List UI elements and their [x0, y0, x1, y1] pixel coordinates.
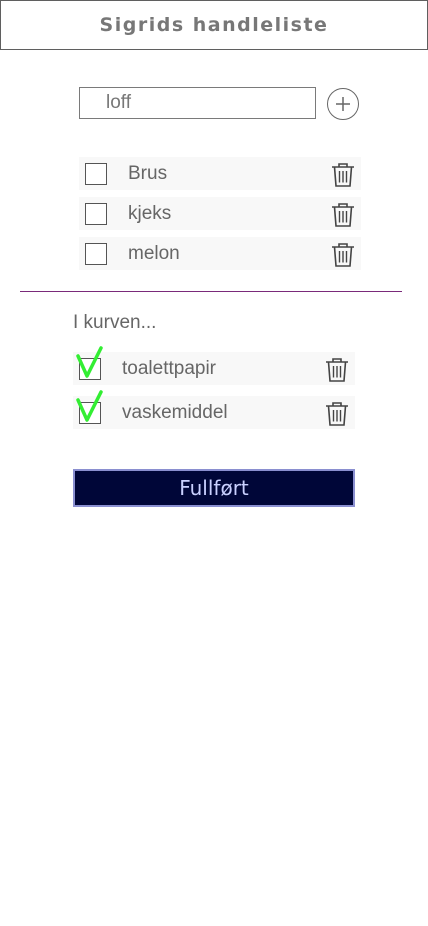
item-label: toalettpapir — [122, 358, 217, 379]
trash-icon[interactable] — [330, 201, 356, 227]
cart-heading: I kurven... — [73, 312, 157, 333]
add-item-button[interactable] — [327, 88, 359, 120]
list-item: melon — [79, 237, 361, 270]
shopping-list: Brus kjeks melon — [79, 157, 361, 277]
trash-icon[interactable] — [324, 356, 350, 382]
item-label: kjeks — [128, 203, 172, 224]
cart-item: toalettpapir — [73, 346, 355, 385]
list-item: kjeks — [79, 197, 361, 230]
item-checkbox[interactable] — [85, 243, 107, 265]
list-item: Brus — [79, 157, 361, 190]
trash-icon[interactable] — [330, 161, 356, 187]
item-label: melon — [128, 243, 180, 264]
check-mark-icon — [76, 390, 103, 422]
check-mark-icon — [76, 346, 103, 378]
item-checkbox[interactable] — [85, 163, 107, 185]
new-item-input[interactable] — [79, 87, 316, 119]
finish-button[interactable]: Fullført — [73, 469, 355, 507]
add-item-row — [79, 87, 363, 123]
section-divider — [20, 291, 402, 292]
plus-icon — [336, 97, 350, 111]
trash-icon[interactable] — [324, 400, 350, 426]
trash-icon[interactable] — [330, 241, 356, 267]
item-checkbox[interactable] — [85, 203, 107, 225]
cart-list: toalettpapir vaskemiddel — [73, 346, 355, 440]
page-title: Sigrids handleliste — [99, 14, 329, 36]
item-label: Brus — [128, 163, 168, 184]
cart-item: vaskemiddel — [73, 390, 355, 429]
app-header: Sigrids handleliste — [0, 0, 428, 50]
item-label: vaskemiddel — [122, 402, 228, 423]
